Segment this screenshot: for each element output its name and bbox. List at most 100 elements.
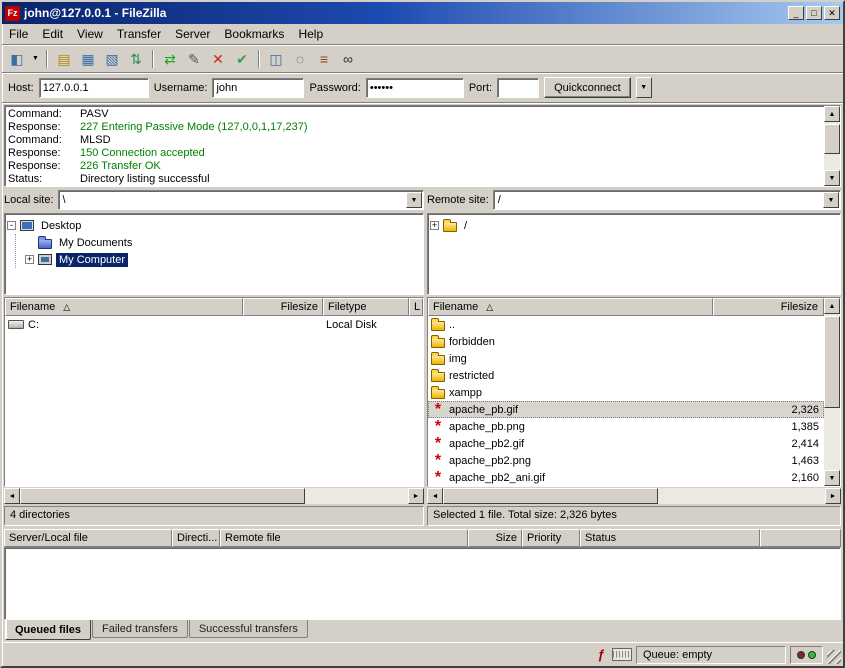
menu-item-file[interactable]: File	[2, 24, 35, 44]
queue-column-status[interactable]: Status	[580, 529, 760, 547]
column-header-filename[interactable]: Filename△	[428, 298, 713, 316]
chevron-down-icon[interactable]: ▼	[406, 192, 422, 208]
queue-column-remote-file[interactable]: Remote file	[220, 529, 468, 547]
scroll-up-button[interactable]: ▲	[824, 106, 840, 122]
folder-icon	[38, 239, 52, 249]
menu-item-help[interactable]: Help	[291, 24, 330, 44]
log-line-label: Command:	[8, 108, 80, 121]
scroll-track[interactable]	[20, 488, 408, 504]
chevron-down-icon[interactable]: ▼	[823, 192, 839, 208]
file-row[interactable]: restricted	[428, 367, 824, 384]
tree-item-my-computer[interactable]: + My Computer	[25, 251, 421, 268]
tab-queued-files[interactable]: Queued files	[5, 620, 91, 640]
remote-site-combobox[interactable]: / ▼	[493, 190, 841, 210]
collapse-icon[interactable]: -	[7, 221, 16, 230]
file-row[interactable]: *apache_pb2_ani.gif 2,160	[428, 469, 824, 486]
site-manager-dropdown[interactable]: ▼	[29, 48, 42, 70]
scroll-up-button[interactable]: ▲	[824, 298, 840, 314]
process-queue-button[interactable]: ✎	[182, 48, 206, 70]
file-row-c-drive[interactable]: C: Local Disk	[5, 316, 423, 333]
scroll-right-button[interactable]: ►	[408, 488, 424, 504]
remote-list-body: .. forbidden img restricted	[428, 316, 824, 486]
queue-column-size[interactable]: Size	[468, 529, 522, 547]
maximize-button[interactable]: □	[806, 6, 822, 20]
scroll-track[interactable]	[824, 314, 840, 470]
queue-column-direction[interactable]: Directi...	[172, 529, 220, 547]
column-header-modified[interactable]: L	[409, 298, 423, 316]
menu-item-transfer[interactable]: Transfer	[110, 24, 168, 44]
scroll-left-button[interactable]: ◄	[427, 488, 443, 504]
minimize-button[interactable]: _	[788, 6, 804, 20]
column-header-filesize[interactable]: Filesize	[713, 298, 824, 316]
port-label: Port:	[469, 82, 492, 94]
column-header-filesize[interactable]: Filesize	[243, 298, 323, 316]
file-row[interactable]: *apache_pb2.gif 2,414	[428, 435, 824, 452]
tab-failed-transfers[interactable]: Failed transfers	[92, 620, 188, 638]
scroll-left-button[interactable]: ◄	[4, 488, 20, 504]
settings-button[interactable]: ≡	[312, 48, 336, 70]
file-row[interactable]: ..	[428, 316, 824, 333]
file-row[interactable]: img	[428, 350, 824, 367]
keyboard-icon[interactable]	[612, 648, 632, 661]
expand-icon[interactable]: +	[430, 221, 439, 230]
file-row[interactable]: xampp	[428, 384, 824, 401]
remote-vertical-scrollbar[interactable]: ▲ ▼	[824, 298, 840, 486]
queue-column-priority[interactable]: Priority	[522, 529, 580, 547]
titlebar[interactable]: Fz john@127.0.0.1 - FileZilla _ □ ✕	[2, 2, 843, 24]
find-button[interactable]: ∞	[336, 48, 360, 70]
expand-icon[interactable]: +	[25, 255, 34, 264]
tree-item-my-documents[interactable]: My Documents	[25, 234, 421, 251]
scroll-down-button[interactable]: ▼	[824, 470, 840, 486]
scroll-track[interactable]	[443, 488, 825, 504]
quickconnect-dropdown[interactable]: ▼	[636, 77, 652, 98]
file-row[interactable]: *apache_pb.png 1,385	[428, 418, 824, 435]
scroll-track[interactable]	[824, 122, 840, 170]
scroll-thumb[interactable]	[824, 124, 840, 154]
queue-column-local-file[interactable]: Server/Local file	[4, 529, 172, 547]
quickconnect-button[interactable]: Quickconnect	[544, 77, 631, 98]
resize-grip[interactable]	[827, 650, 841, 664]
toggle-message-log-button[interactable]: ▤	[52, 48, 76, 70]
menu-item-view[interactable]: View	[70, 24, 110, 44]
menu-item-server[interactable]: Server	[168, 24, 217, 44]
file-row[interactable]: *apache_pb2.png 1,463	[428, 452, 824, 469]
tab-successful-transfers[interactable]: Successful transfers	[189, 620, 308, 638]
host-input[interactable]	[39, 78, 149, 98]
refresh-button[interactable]: ⇄	[158, 48, 182, 70]
port-input[interactable]	[497, 78, 539, 98]
local-horizontal-scrollbar[interactable]: ◄ ►	[4, 488, 424, 504]
queue-body[interactable]	[4, 547, 841, 620]
abort-button[interactable]: ✕	[206, 48, 230, 70]
menu-item-bookmarks[interactable]: Bookmarks	[217, 24, 291, 44]
verify-button[interactable]: ✔	[230, 48, 254, 70]
log-line-label: Response:	[8, 121, 80, 134]
scroll-down-button[interactable]: ▼	[824, 170, 840, 186]
column-header-filename[interactable]: Filename△	[5, 298, 243, 316]
scroll-thumb[interactable]	[20, 488, 305, 504]
toggle-remote-tree-button[interactable]: ▧	[100, 48, 124, 70]
remote-horizontal-scrollbar[interactable]: ◄ ►	[427, 488, 841, 504]
username-input[interactable]	[212, 78, 304, 98]
local-site-combobox[interactable]: \ ▼	[58, 190, 424, 210]
compare-button[interactable]: ◫	[264, 48, 288, 70]
site-manager-button[interactable]: ◧	[5, 48, 29, 70]
transfer-mode-icon[interactable]: ƒ	[594, 647, 608, 662]
file-row[interactable]: forbidden	[428, 333, 824, 350]
menu-item-edit[interactable]: Edit	[35, 24, 70, 44]
password-input[interactable]	[366, 78, 464, 98]
scroll-right-button[interactable]: ►	[825, 488, 841, 504]
close-button[interactable]: ✕	[824, 6, 840, 20]
tree-item-root[interactable]: + /	[430, 217, 838, 234]
filter-button[interactable]: ◌	[288, 48, 312, 70]
scroll-thumb[interactable]	[443, 488, 658, 504]
toggle-local-tree-button[interactable]: ▦	[76, 48, 100, 70]
file-row-selected[interactable]: *apache_pb.gif 2,326	[428, 401, 824, 418]
folder-icon	[431, 338, 445, 348]
scroll-thumb[interactable]	[824, 316, 840, 408]
log-line-label: Command:	[8, 134, 80, 147]
toggle-queue-button[interactable]: ⇅	[124, 48, 148, 70]
message-log: Command:PASV Response:227 Entering Passi…	[4, 105, 841, 187]
log-scrollbar[interactable]: ▲ ▼	[824, 106, 840, 186]
column-header-filetype[interactable]: Filetype	[323, 298, 409, 316]
tree-item-desktop[interactable]: - Desktop	[7, 217, 421, 234]
